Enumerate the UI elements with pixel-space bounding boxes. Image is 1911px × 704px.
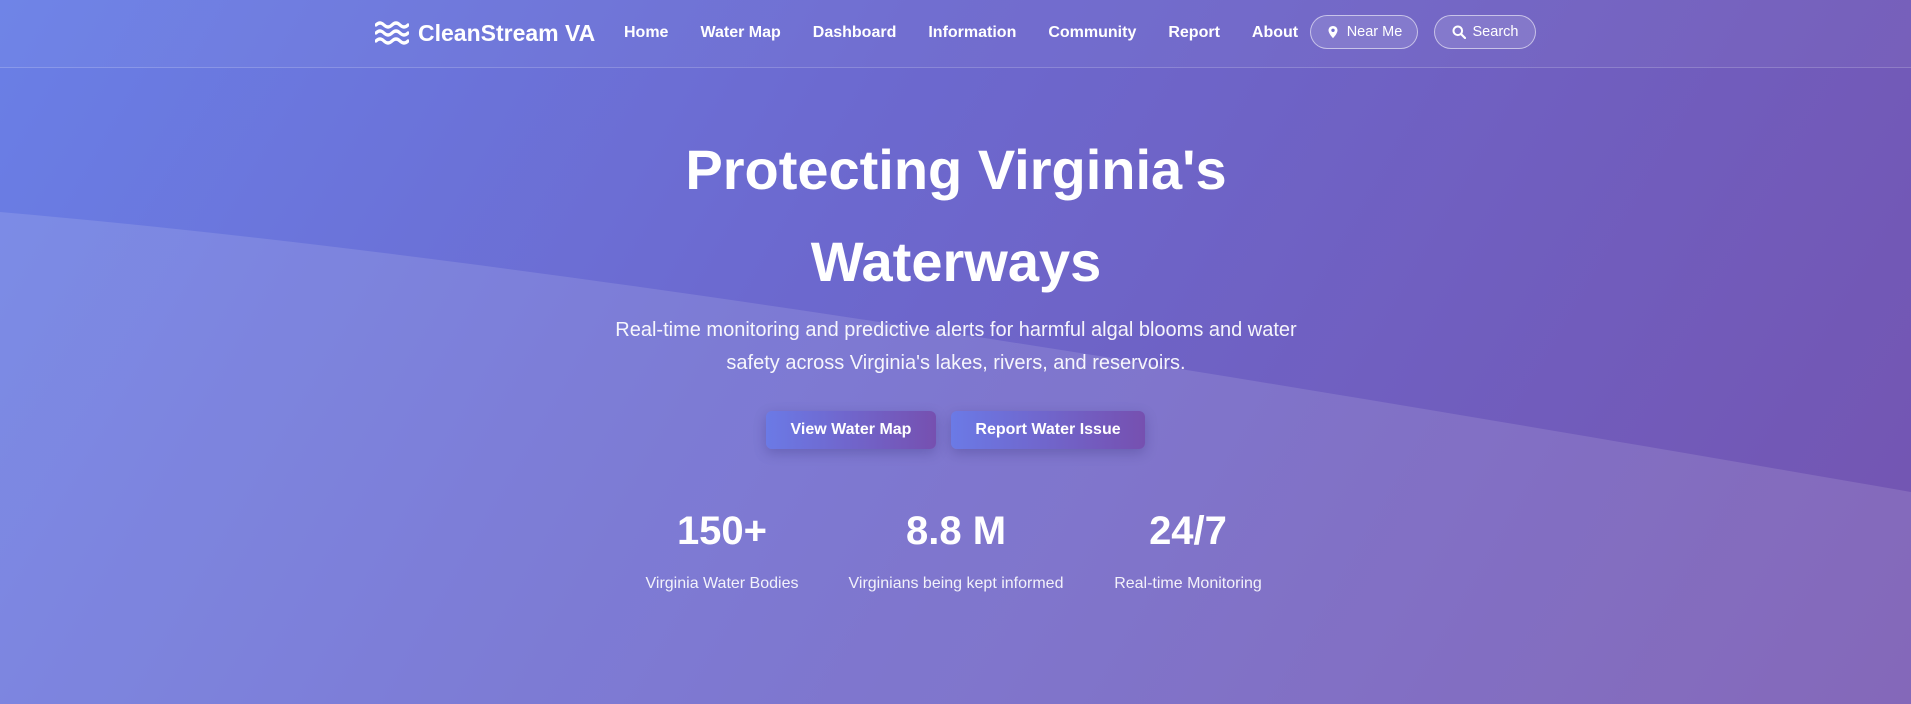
hero-title: Protecting Virginia's Waterways bbox=[556, 124, 1356, 308]
nav-link-information[interactable]: Information bbox=[928, 24, 1016, 42]
brand-logo[interactable]: CleanStream VA bbox=[374, 17, 596, 49]
brand-name: CleanStream VA bbox=[418, 19, 596, 46]
stat-water-bodies: 150+ Virginia Water Bodies bbox=[622, 505, 822, 596]
view-water-map-button[interactable]: View Water Map bbox=[766, 411, 936, 449]
near-me-button[interactable]: Near Me bbox=[1310, 15, 1418, 49]
stat-label: Real-time Monitoring bbox=[1114, 575, 1262, 592]
nav-link-community[interactable]: Community bbox=[1048, 24, 1136, 42]
stat-monitoring: 24/7 Real-time Monitoring bbox=[1088, 505, 1288, 596]
near-me-label: Near Me bbox=[1346, 24, 1403, 40]
hero-subtitle: Real-time monitoring and predictive aler… bbox=[615, 319, 1297, 374]
nav-link-dashboard[interactable]: Dashboard bbox=[813, 24, 897, 42]
stat-value: 24/7 bbox=[1149, 509, 1227, 553]
stat-value: 8.8 M bbox=[905, 509, 1007, 553]
nav-link-about[interactable]: About bbox=[1252, 24, 1298, 42]
stat-virginians-informed: 8.8 M Virginians being kept informed bbox=[836, 505, 1076, 596]
stat-label: Virginians being kept informed bbox=[848, 575, 1064, 592]
nav-link-report[interactable]: Report bbox=[1168, 24, 1220, 42]
search-button[interactable]: Search bbox=[1434, 15, 1536, 49]
nav-links: Home Water Map Dashboard Information Com… bbox=[624, 22, 1298, 44]
report-water-issue-button[interactable]: Report Water Issue bbox=[951, 411, 1145, 449]
map-pin-icon bbox=[1326, 25, 1340, 39]
search-label: Search bbox=[1472, 24, 1519, 40]
nav-link-water-map[interactable]: Water Map bbox=[700, 24, 780, 42]
hero-title-line-1: Protecting Virginia's bbox=[685, 138, 1227, 201]
waves-icon bbox=[374, 20, 410, 46]
hero-title-line-2: Waterways bbox=[810, 230, 1102, 293]
search-icon bbox=[1452, 25, 1466, 40]
stat-label: Virginia Water Bodies bbox=[645, 575, 799, 592]
navbar: CleanStream VA Home Water Map Dashboard … bbox=[0, 0, 1911, 68]
stat-value: 150+ bbox=[676, 509, 768, 553]
page: CleanStream VA Home Water Map Dashboard … bbox=[0, 0, 1911, 704]
nav-link-home[interactable]: Home bbox=[624, 24, 668, 42]
